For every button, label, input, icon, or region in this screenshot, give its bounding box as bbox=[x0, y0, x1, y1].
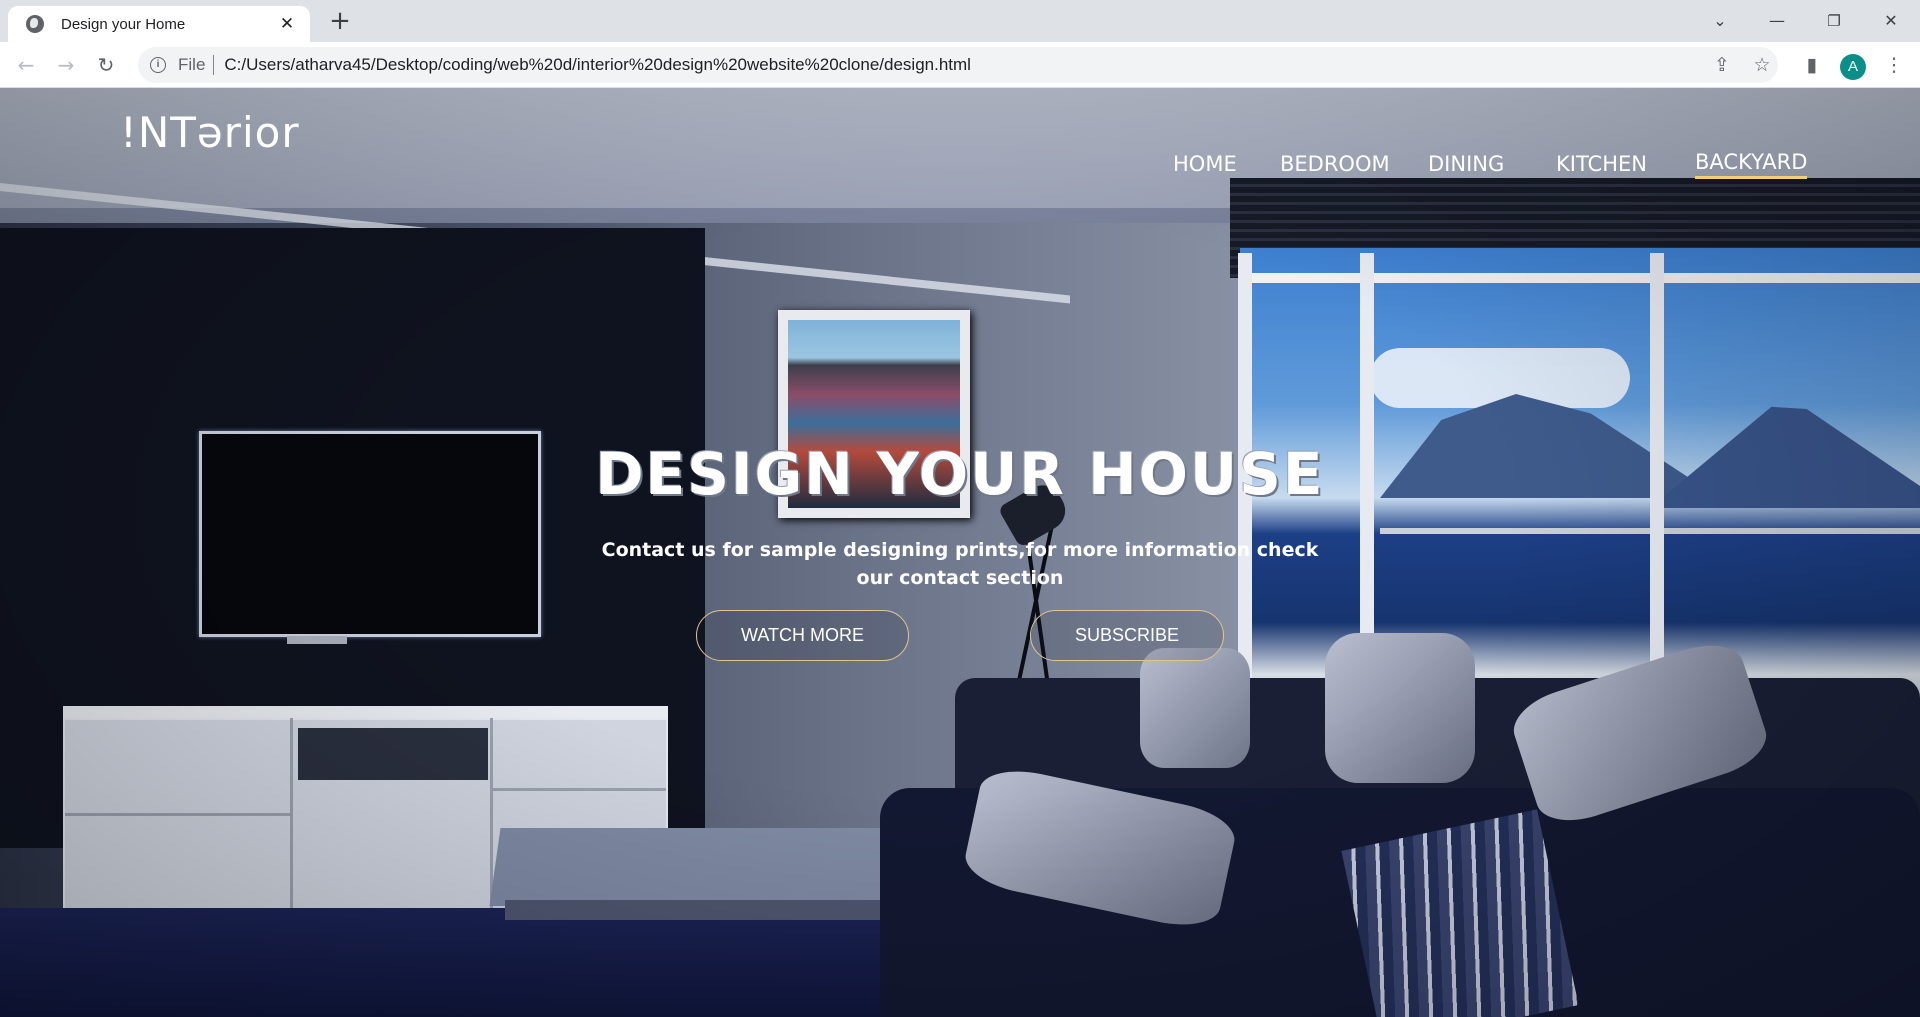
minimize-icon[interactable]: — bbox=[1757, 6, 1797, 36]
globe-icon bbox=[26, 15, 44, 33]
site-logo[interactable]: !NTərior bbox=[120, 108, 300, 157]
page-viewport: !NTərior HOME BEDROOM DINING KITCHEN BAC… bbox=[0, 88, 1920, 1017]
close-tab-icon[interactable]: ✕ bbox=[276, 14, 298, 34]
address-url[interactable]: C:/Users/atharva45/Desktop/coding/web%20… bbox=[224, 55, 971, 75]
reload-icon[interactable]: ↻ bbox=[92, 51, 120, 79]
close-window-icon[interactable]: ✕ bbox=[1871, 6, 1911, 36]
back-icon[interactable]: ← bbox=[12, 51, 40, 79]
star-icon[interactable]: ☆ bbox=[1750, 53, 1774, 77]
watch-more-button[interactable]: WATCH MORE bbox=[696, 610, 909, 661]
nav-link-backyard[interactable]: BACKYARD bbox=[1695, 150, 1808, 179]
nav-link-kitchen[interactable]: KITCHEN bbox=[1556, 152, 1647, 176]
tab-title: Design your Home bbox=[61, 15, 186, 33]
new-tab-button[interactable]: + bbox=[325, 7, 355, 37]
address-bar[interactable]: i File C:/Users/atharva45/Desktop/coding… bbox=[138, 47, 1778, 83]
subscribe-button[interactable]: SUBSCRIBE bbox=[1030, 610, 1224, 661]
nav-link-dining[interactable]: DINING bbox=[1428, 152, 1504, 176]
kebab-menu-icon[interactable]: ⋮ bbox=[1882, 53, 1906, 77]
tab-search-icon[interactable]: ⌄ bbox=[1700, 6, 1740, 36]
hero-subtitle: Contact us for sample designing prints,f… bbox=[601, 539, 1319, 589]
nav-link-bedroom[interactable]: BEDROOM bbox=[1280, 152, 1390, 176]
side-panel-icon[interactable]: ▮ bbox=[1800, 53, 1824, 77]
share-icon[interactable]: ⇪ bbox=[1710, 53, 1734, 77]
info-icon[interactable]: i bbox=[150, 57, 166, 73]
address-scheme: File bbox=[178, 55, 206, 74]
address-separator bbox=[213, 55, 215, 75]
browser-tab[interactable]: Design your Home ✕ bbox=[8, 6, 310, 42]
browser-tab-strip: Design your Home ✕ + ⌄ — ❐ ✕ bbox=[0, 0, 1920, 42]
forward-icon[interactable]: → bbox=[52, 51, 80, 79]
restore-icon[interactable]: ❐ bbox=[1814, 6, 1854, 36]
profile-avatar[interactable]: A bbox=[1840, 54, 1866, 80]
browser-toolbar: ← → ↻ i File C:/Users/atharva45/Desktop/… bbox=[0, 42, 1920, 88]
nav-link-home[interactable]: HOME bbox=[1173, 152, 1237, 176]
hero-title: DESIGN YOUR HOUSE bbox=[595, 440, 1325, 508]
